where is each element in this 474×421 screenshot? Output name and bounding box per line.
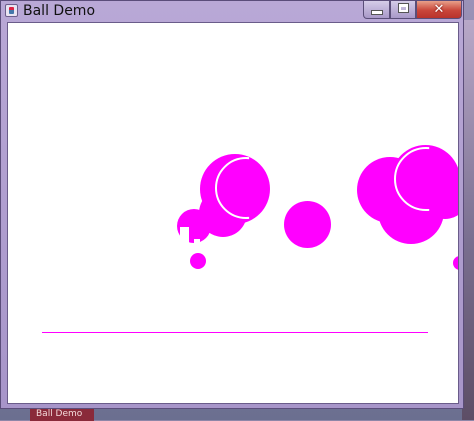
drawing-canvas[interactable] xyxy=(7,22,459,404)
ball xyxy=(284,201,331,248)
ball xyxy=(190,253,206,269)
title-bar[interactable]: Ball Demo ✕ xyxy=(1,1,463,21)
window-title: Ball Demo xyxy=(23,3,96,19)
close-icon: ✕ xyxy=(433,2,445,17)
taskbar-item-label: Ball Demo xyxy=(36,409,83,419)
ball-gap xyxy=(194,239,200,245)
java-cup-icon[interactable] xyxy=(5,4,18,17)
ball xyxy=(453,256,458,270)
floor-line xyxy=(42,332,428,333)
app-window: Ball Demo ✕ xyxy=(0,0,464,409)
close-button[interactable]: ✕ xyxy=(416,1,462,19)
minimize-button[interactable] xyxy=(363,1,390,19)
minimize-icon xyxy=(371,11,382,14)
maximize-icon xyxy=(398,4,408,12)
ball-gap xyxy=(180,227,189,243)
maximize-button[interactable] xyxy=(390,1,416,19)
